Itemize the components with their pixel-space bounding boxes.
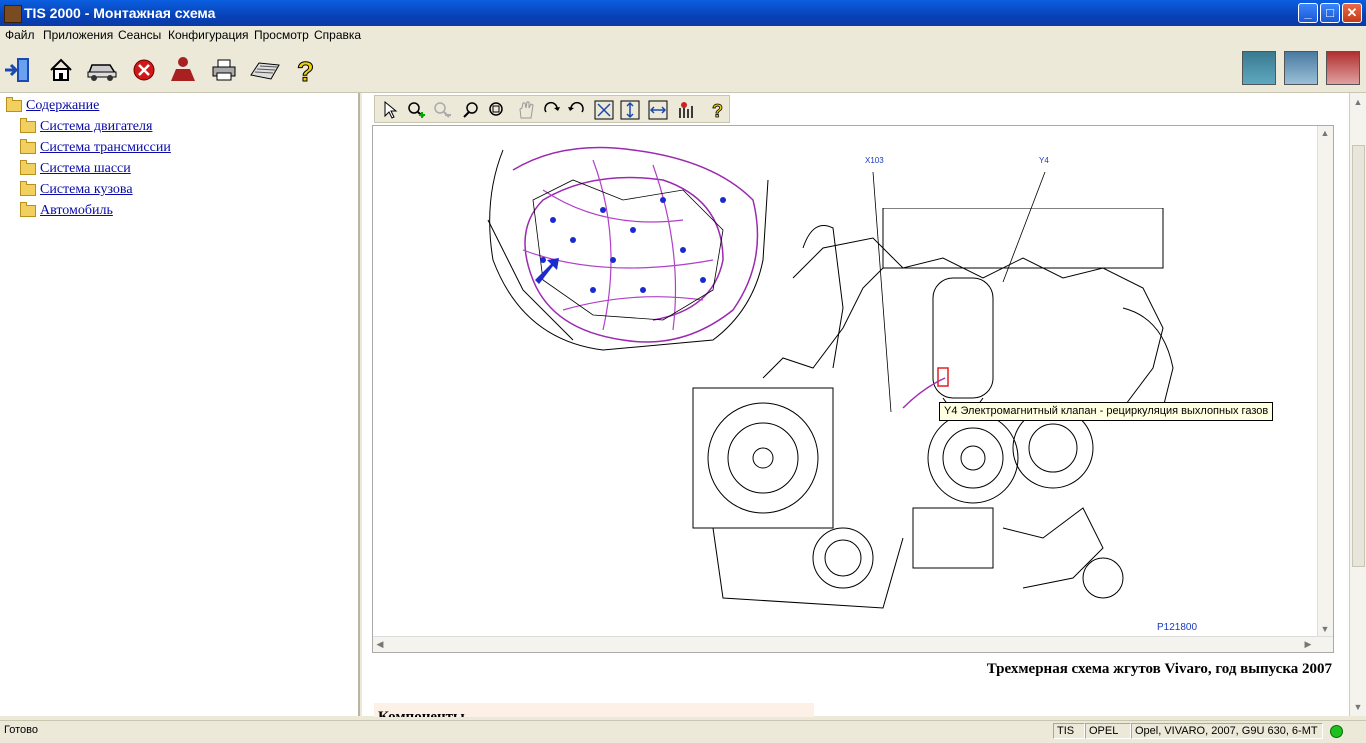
contents-tree: Содержание Система двигателя Система тра… [0, 93, 360, 716]
diagram-horizontal-scrollbar[interactable]: ◀ ▶ [373, 636, 1333, 652]
content-pane: ? X103 Y4 Y4 Электромагнитный клапан - р… [362, 93, 1366, 717]
help-icon[interactable]: ? [707, 99, 729, 121]
tree-root-label[interactable]: Содержание [26, 98, 99, 114]
menu-applications[interactable]: Приложения [43, 28, 113, 42]
tree-item-label[interactable]: Система двигателя [40, 119, 152, 135]
tree-root[interactable]: Содержание [6, 97, 99, 115]
exit-icon[interactable] [2, 54, 34, 86]
tree-item-body[interactable]: Система кузова [20, 181, 133, 199]
diagram-caption: Трехмерная схема жгутов Vivaro, год выпу… [986, 661, 1332, 677]
diagnostics-app-icon[interactable] [1242, 51, 1276, 85]
callout-y4[interactable]: Y4 [1039, 156, 1049, 165]
scroll-up-icon[interactable]: ▲ [1351, 95, 1365, 109]
close-button[interactable]: ✕ [1342, 3, 1362, 23]
status-brand: OPEL [1085, 723, 1131, 739]
tree-item-label[interactable]: Система кузова [40, 182, 133, 198]
folder-icon [20, 139, 36, 154]
folder-icon [20, 181, 36, 196]
fit-height-icon[interactable] [619, 99, 641, 121]
figure-number: P121800 [1157, 622, 1198, 633]
fit-width-icon[interactable] [647, 99, 669, 121]
tree-item-label[interactable]: Система шасси [40, 161, 131, 177]
folder-icon [20, 202, 36, 217]
menu-file[interactable]: Файл [5, 28, 35, 42]
tree-item-engine[interactable]: Система двигателя [20, 118, 152, 136]
select-tool-icon[interactable] [379, 99, 401, 121]
print-icon[interactable] [208, 54, 240, 86]
svg-text:?: ? [297, 56, 314, 85]
scroll-down-icon[interactable]: ▼ [1318, 622, 1332, 636]
wiring-diagram-viewer[interactable]: X103 Y4 Y4 Электромагнитный клапан - рец… [372, 125, 1334, 653]
keyboard-icon[interactable] [249, 54, 281, 86]
zoom-icon[interactable] [461, 99, 483, 121]
page-vertical-scrollbar[interactable]: ▲ ▼ [1349, 93, 1366, 716]
zoom-window-icon[interactable] [485, 99, 507, 121]
status-bar: Готово TIS OPEL Opel, VIVARO, 2007, G9U … [0, 720, 1366, 743]
components-section-header: Компоненты [374, 703, 814, 717]
vehicle-icon[interactable] [86, 54, 118, 86]
menu-view[interactable]: Просмотр [254, 28, 309, 42]
window-title: TIS 2000 - Монтажная схема [24, 5, 216, 21]
title-bar: TIS 2000 - Монтажная схема _ □ ✕ [0, 0, 1366, 26]
section-title: Компоненты [378, 709, 465, 717]
service-app-icon[interactable] [1326, 51, 1360, 85]
help-icon[interactable]: ? [290, 54, 322, 86]
tree-item-label[interactable]: Автомобиль [40, 203, 113, 219]
user-icon[interactable] [167, 54, 199, 86]
status-vehicle: Opel, VIVARO, 2007, G9U 630, 6-MT [1131, 723, 1323, 739]
menu-bar: Файл Приложения Сеансы Конфигурация Прос… [0, 26, 1366, 45]
scroll-right-icon[interactable]: ▶ [1301, 637, 1315, 651]
folder-icon [20, 118, 36, 133]
tree-item-chassis[interactable]: Система шасси [20, 160, 131, 178]
zoom-in-icon[interactable] [405, 99, 427, 121]
menu-sessions[interactable]: Сеансы [118, 28, 161, 42]
diagram-vertical-scrollbar[interactable]: ▲ ▼ [1317, 126, 1333, 652]
menu-configuration[interactable]: Конфигурация [168, 28, 249, 42]
menu-help[interactable]: Справка [314, 28, 361, 42]
tree-item-label[interactable]: Система трансмиссии [40, 140, 171, 156]
home-icon[interactable] [45, 54, 77, 86]
fit-all-icon[interactable] [593, 99, 615, 121]
highlight-icon[interactable] [675, 99, 697, 121]
status-application: TIS [1053, 723, 1085, 739]
callout-x103[interactable]: X103 [865, 156, 884, 165]
location-arrow-icon [535, 258, 559, 284]
maximize-button[interactable]: □ [1320, 3, 1340, 23]
app-icon [4, 5, 22, 23]
main-toolbar: ? [0, 45, 1366, 93]
rotate-cw-icon[interactable] [541, 99, 563, 121]
zoom-out-icon[interactable] [431, 99, 453, 121]
tree-item-transmission[interactable]: Система трансмиссии [20, 139, 171, 157]
connection-status-icon [1330, 725, 1343, 738]
tree-item-vehicle[interactable]: Автомобиль [20, 202, 113, 220]
status-text: Готово [4, 724, 38, 736]
minimize-button[interactable]: _ [1298, 3, 1318, 23]
scroll-up-icon[interactable]: ▲ [1318, 126, 1332, 140]
stop-icon[interactable] [128, 54, 160, 86]
viewer-toolbar: ? [374, 95, 730, 123]
folder-open-icon [6, 97, 22, 112]
pan-icon[interactable] [515, 99, 537, 121]
folder-icon [20, 160, 36, 175]
scroll-left-icon[interactable]: ◀ [373, 637, 387, 651]
svg-text:?: ? [712, 101, 723, 120]
rotate-ccw-icon[interactable] [565, 99, 587, 121]
vehicle-info-app-icon[interactable] [1284, 51, 1318, 85]
scroll-down-icon[interactable]: ▼ [1351, 700, 1365, 714]
scrollbar-thumb[interactable] [1352, 145, 1365, 567]
component-tooltip: Y4 Электромагнитный клапан - рециркуляци… [939, 402, 1274, 421]
